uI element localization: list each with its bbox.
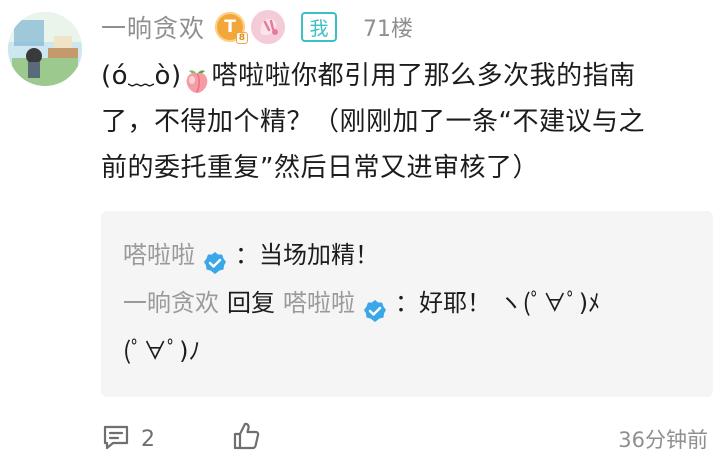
post-content: (ó﹏ò) 嗒啦啦你都引用了那么多次我的指南 了，不得加个精？（刚刚加了一条“不… (101, 53, 713, 191)
user-avatar[interactable] (8, 12, 82, 86)
content-text: 嗒啦啦你都引用了那么多次我的指南 (211, 61, 636, 91)
peach-emoji-icon (184, 63, 210, 93)
verified-icon (363, 291, 387, 322)
reply-word: 回复 (227, 289, 275, 317)
floor-number: 71楼 (363, 17, 414, 42)
like-button[interactable] (230, 420, 262, 456)
reply-item-continued: (ﾟ∀ﾟ)ﾉ (123, 327, 691, 375)
comment-icon (101, 422, 131, 456)
level-badge-letter: T (224, 17, 236, 37)
reply-text: (ﾟ∀ﾟ)ﾉ (123, 337, 201, 365)
content-line: 了，不得加个精？（刚刚加了一条“不建议与之 (101, 107, 645, 137)
level-badge-number: 8 (235, 32, 249, 44)
comment-button[interactable]: 2 (101, 422, 155, 456)
fan-medal-icon (251, 10, 286, 44)
thumbs-up-icon (230, 422, 262, 456)
reply-target[interactable]: 嗒啦啦 (283, 279, 355, 327)
reply-text: ：好耶！ ヽ(ﾟ∀ﾟ)ﾒ (395, 289, 601, 317)
me-tag: 我 (301, 12, 338, 42)
reply-text: ：当场加精！ (235, 241, 379, 269)
comment-count: 2 (141, 426, 155, 452)
post-header: 一晌贪欢 T 8 我 71楼 (101, 10, 413, 44)
reply-author[interactable]: 一晌贪欢 (123, 279, 219, 327)
reply-item[interactable]: 嗒啦啦 ：当场加精！ (123, 231, 691, 279)
reply-author[interactable]: 嗒啦啦 (123, 231, 195, 279)
post-time: 36分钟前 (618, 428, 708, 452)
username[interactable]: 一晌贪欢 (101, 9, 205, 45)
content-line: (ó﹏ò) 嗒啦啦你都引用了那么多次我的指南 (101, 53, 713, 99)
post-footer: 2 36分钟前 (0, 420, 720, 460)
kaomoji: (ó﹏ò) (101, 61, 182, 91)
reply-item[interactable]: 一晌贪欢 回复 嗒啦啦 ：好耶！ ヽ(ﾟ∀ﾟ)ﾒ (123, 279, 691, 327)
level-badge: T 8 (215, 12, 249, 44)
verified-icon (203, 243, 227, 274)
content-line: 前的委托重复”然后日常又进审核了） (101, 153, 539, 183)
reply-preview-box[interactable]: 嗒啦啦 ：当场加精！ 一晌贪欢 回复 嗒啦啦 ：好耶！ ヽ(ﾟ∀ﾟ)ﾒ (ﾟ∀ﾟ… (101, 211, 713, 397)
